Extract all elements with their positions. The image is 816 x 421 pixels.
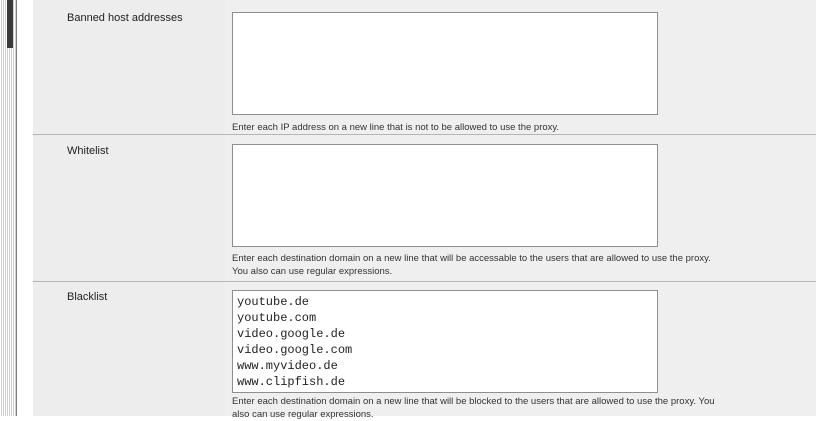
window-left-border	[0, 0, 16, 416]
whitelist-help: Enter each destination domain on a new l…	[232, 252, 802, 278]
blacklist-row: Blacklist Enter each destination domain …	[33, 282, 816, 420]
blacklist-label-cell: Blacklist	[33, 282, 225, 416]
whitelist-help-line-2: You also can use regular expressions.	[232, 266, 393, 277]
blacklist-textarea[interactable]	[232, 290, 658, 393]
banned-hosts-content-cell: Enter each IP address on a new line that…	[225, 0, 816, 134]
banned-hosts-help: Enter each IP address on a new line that…	[232, 122, 560, 133]
whitelist-row: Whitelist Enter each destination domain …	[33, 135, 816, 281]
banned-hosts-textarea[interactable]	[232, 12, 658, 115]
whitelist-help-line-1: Enter each destination domain on a new l…	[232, 253, 711, 264]
banned-hosts-row: Banned host addresses Enter each IP addr…	[33, 0, 816, 134]
whitelist-textarea[interactable]	[232, 144, 658, 247]
blacklist-help-line-1: Enter each destination domain on a new l…	[232, 396, 715, 407]
scroll-tab	[7, 0, 13, 48]
blacklist-content-cell: Enter each destination domain on a new l…	[225, 282, 816, 420]
whitelist-label-cell: Whitelist	[33, 135, 225, 281]
blacklist-help-line-2: also can use regular expressions.	[232, 409, 374, 420]
blacklist-help: Enter each destination domain on a new l…	[232, 395, 802, 421]
blacklist-label: Blacklist	[67, 291, 108, 303]
whitelist-content-cell: Enter each destination domain on a new l…	[225, 135, 816, 281]
banned-hosts-label-cell: Banned host addresses	[33, 0, 225, 134]
settings-panel: Banned host addresses Enter each IP addr…	[16, 0, 816, 420]
whitelist-label: Whitelist	[67, 145, 109, 157]
banned-hosts-label: Banned host addresses	[67, 12, 183, 24]
